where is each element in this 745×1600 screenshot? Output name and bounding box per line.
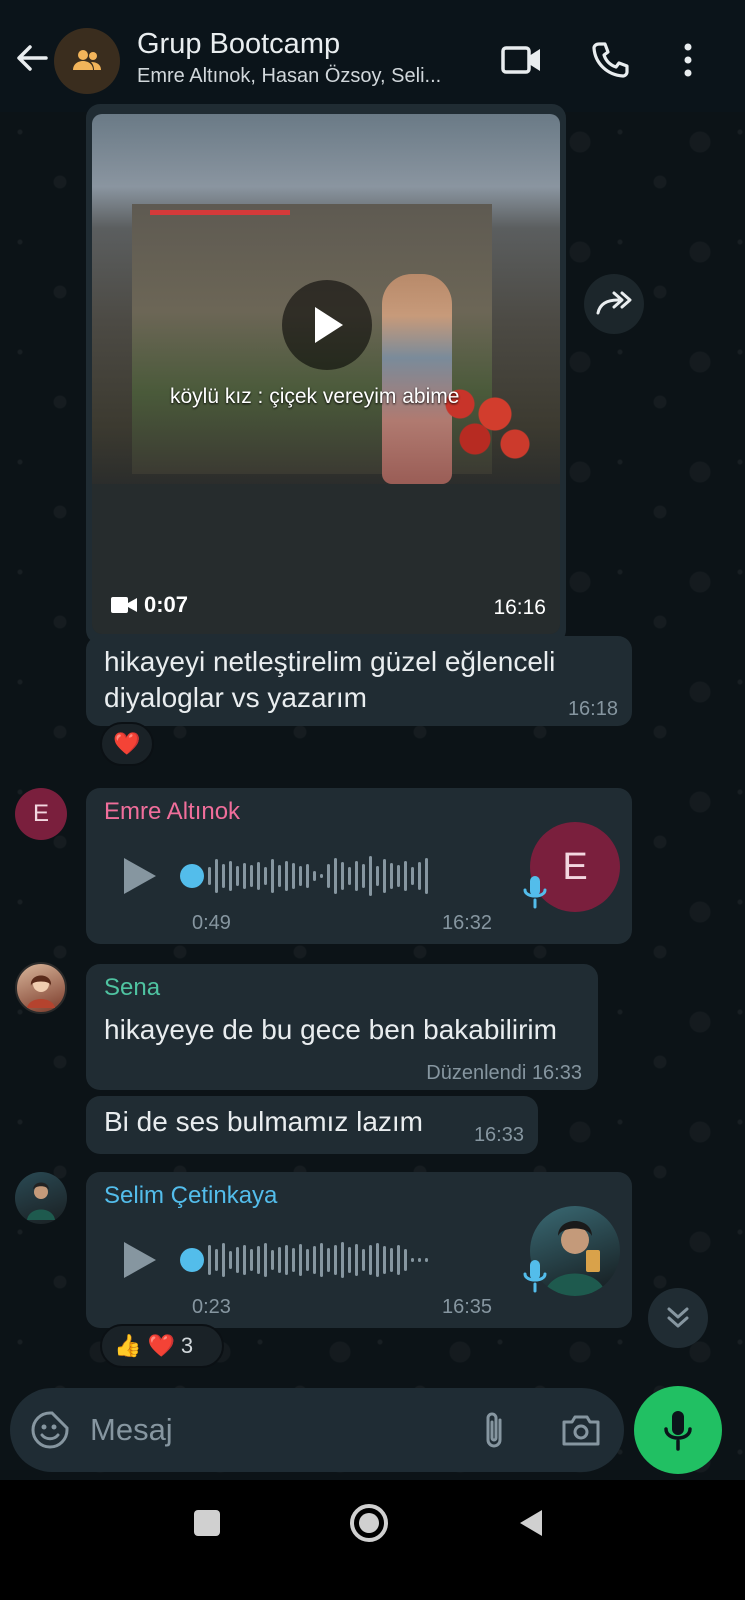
- avatar-letter: E: [32, 800, 49, 827]
- recent-apps-icon[interactable]: [194, 1510, 220, 1536]
- play-icon[interactable]: [120, 1238, 160, 1282]
- heart-reaction-icon: ❤️: [113, 731, 141, 756]
- video-camera-icon: [111, 597, 137, 613]
- group-avatar[interactable]: [54, 28, 120, 94]
- voice-duration: 0:23: [192, 1296, 231, 1318]
- video-duration-text: 0:07: [144, 592, 189, 617]
- text-message[interactable]: Sena hikayeye de bu gece ben bakabilirim…: [86, 964, 598, 1090]
- person-photo-icon: [27, 1182, 55, 1220]
- voice-message[interactable]: Selim Çetinkaya 0:23 16:35: [86, 1172, 632, 1328]
- sender-name: Selim Çetinkaya: [104, 1182, 278, 1209]
- play-icon[interactable]: [120, 854, 160, 898]
- video-duration: 0:07: [110, 592, 188, 618]
- play-button[interactable]: [282, 280, 372, 370]
- waveform[interactable]: [208, 1242, 428, 1278]
- chat-title-block[interactable]: Grup Bootcamp Emre Altınok, Hasan Özsoy,…: [137, 26, 497, 90]
- message-reaction[interactable]: ❤️: [100, 722, 154, 766]
- video-thumbnail[interactable]: köylü kız : çiçek vereyim abime 0:07 16:…: [92, 114, 560, 634]
- voice-message[interactable]: Emre Altınok 0:49 16:32 E: [86, 788, 632, 944]
- message-reaction[interactable]: 👍 ❤️ 3: [100, 1324, 224, 1368]
- video-bar: [150, 210, 290, 215]
- message-time: 16:35: [442, 1296, 493, 1318]
- forward-button[interactable]: [584, 274, 644, 334]
- scroll-down-button[interactable]: [648, 1288, 708, 1348]
- chat-title: Grup Bootcamp: [137, 28, 341, 60]
- message-input[interactable]: [90, 1410, 450, 1450]
- back-arrow-icon[interactable]: [12, 38, 52, 78]
- avatar[interactable]: [15, 962, 67, 1014]
- voice-player: [120, 854, 428, 898]
- more-options-icon[interactable]: [668, 40, 708, 80]
- video-message[interactable]: köylü kız : çiçek vereyim abime 0:07 16:…: [86, 104, 566, 644]
- voice-player: [120, 1238, 428, 1282]
- sender-name: Emre Altınok: [104, 798, 241, 825]
- back-icon[interactable]: [518, 1508, 544, 1538]
- edited-label: Düzenlendi: [426, 1062, 527, 1084]
- reaction-count: 3: [180, 1333, 194, 1358]
- person-photo-icon: [27, 975, 55, 1008]
- play-icon: [315, 307, 343, 343]
- attachment-icon[interactable]: [478, 1408, 510, 1452]
- message-composer: [10, 1388, 624, 1472]
- chat-participants: Emre Altınok, Hasan Özsoy, Seli...: [137, 65, 442, 87]
- message-time: 16:33: [473, 1124, 524, 1146]
- playback-dot[interactable]: [180, 864, 204, 888]
- text-message[interactable]: hikayeyi netleştirelim güzel eğlenceli d…: [86, 636, 632, 726]
- message-text: Bi de ses bulmamız lazım: [104, 1106, 423, 1137]
- video-caption: köylü kız : çiçek vereyim abime: [170, 385, 460, 408]
- home-icon[interactable]: [350, 1504, 388, 1542]
- record-voice-button[interactable]: [634, 1386, 722, 1474]
- forward-icon: [596, 291, 632, 315]
- system-navigation-bar: [0, 1480, 745, 1600]
- sender-name: Sena: [104, 974, 161, 1001]
- sticker-icon[interactable]: [30, 1410, 70, 1450]
- message-text: hikayeye de bu gece ben bakabilirim: [104, 1014, 557, 1045]
- message-time: 16:18: [567, 698, 618, 720]
- group-icon: [73, 50, 101, 70]
- waveform[interactable]: [208, 856, 428, 896]
- message-time: 16:33: [531, 1062, 582, 1084]
- video-time: 16:16: [493, 596, 546, 619]
- chat-header: Grup Bootcamp Emre Altınok, Hasan Özsoy,…: [0, 0, 745, 112]
- microphone-icon: [664, 1411, 692, 1451]
- message-text: hikayeyi netleştirelim güzel eğlenceli d…: [104, 646, 556, 713]
- reaction-emojis: 👍 ❤️: [114, 1333, 175, 1358]
- avatar[interactable]: E: [15, 788, 67, 840]
- text-message[interactable]: Bi de ses bulmamız lazım 16:33: [86, 1096, 538, 1154]
- double-chevron-down-icon: [667, 1307, 689, 1328]
- voice-avatar-letter: E: [562, 845, 588, 888]
- avatar[interactable]: [15, 1172, 67, 1224]
- microphone-icon: [523, 1260, 547, 1293]
- playback-dot[interactable]: [180, 1248, 204, 1272]
- message-time: 16:32: [442, 912, 493, 934]
- camera-icon[interactable]: [560, 1412, 602, 1448]
- voice-duration: 0:49: [192, 912, 231, 934]
- voice-call-icon[interactable]: [590, 40, 630, 80]
- message-meta: Düzenlendi 16:33: [426, 1062, 582, 1085]
- video-call-icon[interactable]: [500, 40, 540, 80]
- microphone-icon: [523, 876, 547, 909]
